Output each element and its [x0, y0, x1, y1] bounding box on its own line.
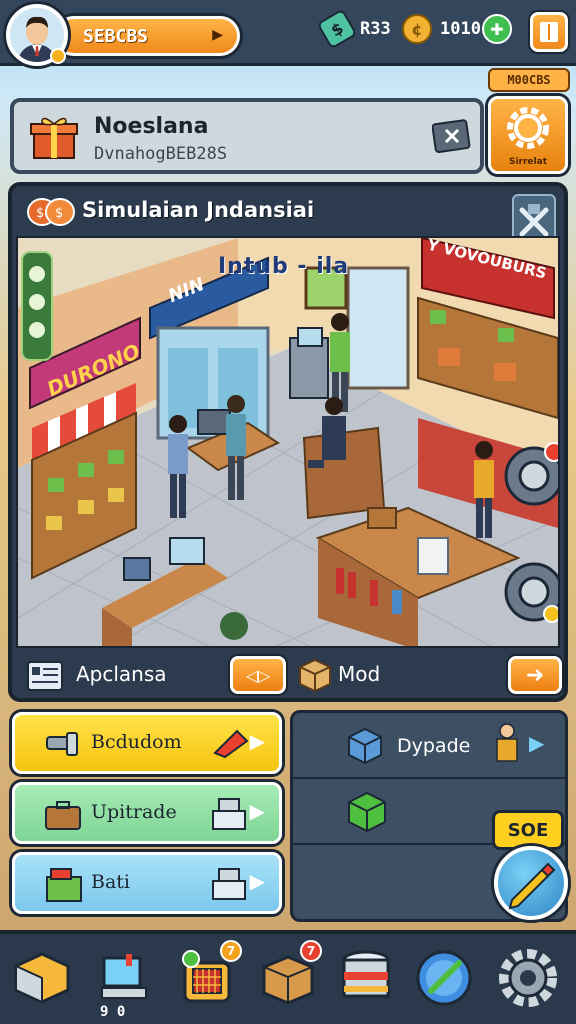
nav-stack[interactable]	[334, 942, 398, 1014]
monitor-icon	[101, 954, 147, 999]
gift-box-icon	[30, 117, 78, 159]
action-button-bcdudom[interactable]: Bcdudom ▶	[12, 712, 282, 774]
svg-text:$: $	[55, 206, 63, 221]
upgrade-gear-button[interactable]	[504, 560, 558, 622]
info-title: Noeslana	[94, 114, 209, 139]
cash-register-icon	[212, 868, 246, 900]
arrow-right-icon: ➜	[525, 662, 545, 688]
settings-button[interactable]: Sirrelat	[488, 96, 568, 174]
level-coin-icon	[50, 48, 66, 64]
red-tag-icon	[213, 729, 249, 759]
chevron-right-icon: ▶	[249, 869, 265, 893]
store-scene[interactable]: Intub - ila DURONO NIN Y VOVOUBURS	[16, 236, 560, 648]
pencil-icon	[508, 862, 556, 910]
worker-icon	[496, 723, 518, 762]
chevron-right-icon: ▶	[249, 799, 265, 823]
top-badge[interactable]: M00CBS	[488, 68, 570, 92]
gear-icon	[507, 107, 549, 149]
settings-label: Sirrelat	[508, 157, 547, 167]
nav-map[interactable]	[412, 942, 476, 1014]
info-panel[interactable]: Noeslana DvnahogBEB28S	[10, 98, 484, 174]
scene-side-toolbar[interactable]	[22, 252, 52, 360]
nav-grid-badge: 7	[220, 940, 242, 962]
nav-count-label: 9 0	[100, 1004, 126, 1020]
play-button[interactable]: ◁▷	[230, 656, 286, 694]
simulation-footer: Apclansa ◁▷ Mod ➜	[12, 652, 564, 698]
dypade-row[interactable]: Dypade ▶	[293, 713, 565, 779]
ticket-icon[interactable]	[432, 118, 472, 154]
dypade-label: Dypade	[397, 735, 471, 757]
simulation-header: $ $ Simulaian Jndansiai	[12, 186, 564, 252]
settings-gear-button[interactable]	[504, 444, 558, 506]
action-label-bcdudom: Bcdudom	[91, 731, 182, 753]
gem-icon: ✚	[482, 14, 512, 44]
svg-text:$: $	[36, 206, 44, 221]
list-icon[interactable]	[26, 660, 64, 692]
play-icon: ◁▷	[245, 665, 271, 685]
crate-icon	[299, 658, 331, 692]
nav-box[interactable]: 7	[256, 940, 322, 1014]
player-name: SEBCBS	[83, 26, 149, 47]
nav-grid[interactable]: 7	[176, 940, 242, 1014]
globe-pin-icon	[416, 950, 472, 1006]
money-bag-icon: $ $	[27, 198, 75, 226]
action-label-upgrade: Upitrade	[91, 801, 177, 823]
next-button[interactable]: ➜	[508, 656, 562, 694]
action-button-bati[interactable]: Bati ▶	[12, 852, 282, 914]
green-cube-icon[interactable]	[347, 791, 387, 833]
cash-register-icon	[212, 798, 246, 830]
player-name-button[interactable]: SEBCBS ▶	[54, 16, 240, 56]
scene-sign: Intub - ila	[218, 254, 350, 279]
coins-icon: ¢	[402, 14, 432, 44]
mod-label: Mod	[338, 662, 381, 686]
chevron-right-icon: ▶	[249, 729, 265, 753]
bottom-nav: 9 0 7 7	[0, 930, 576, 1024]
gear-icon	[499, 949, 557, 1007]
nav-build[interactable]	[10, 942, 74, 1014]
action-button-upgrade[interactable]: Upitrade ▶	[12, 782, 282, 844]
nav-box-badge: 7	[300, 940, 322, 962]
isometric-store-illustration	[18, 238, 558, 646]
simulation-panel: $ $ Simulaian Jndansiai Intub - ila DURO…	[8, 182, 568, 702]
cash-icon: $	[316, 8, 358, 50]
edit-button[interactable]	[494, 846, 568, 920]
action-label-bati: Bati	[91, 871, 131, 893]
server-stack-icon	[342, 950, 390, 998]
applications-label: Apclansa	[76, 662, 167, 686]
resource-cash: $ R33	[316, 8, 391, 50]
sde-badge[interactable]: SOE	[492, 810, 564, 850]
menu-icon	[540, 22, 558, 42]
resource-coins: ¢ 1010	[402, 14, 481, 44]
play-arrow-icon: ▶	[212, 27, 223, 43]
cube-icon	[348, 727, 382, 765]
shopping-bag-icon	[46, 868, 82, 902]
resource-gem[interactable]: ✚	[482, 14, 512, 44]
building-block-icon	[14, 952, 70, 1004]
info-subtitle: DvnahogBEB28S	[94, 144, 228, 164]
chevron-right-icon: ▶	[529, 731, 545, 755]
faucet-icon	[46, 732, 78, 756]
nav-monitor[interactable]: 9 0	[92, 942, 156, 1020]
simulation-title: Simulaian Jndansiai	[82, 198, 315, 222]
menu-button[interactable]	[530, 12, 568, 52]
nav-settings[interactable]	[496, 942, 560, 1014]
briefcase-icon	[45, 801, 81, 830]
